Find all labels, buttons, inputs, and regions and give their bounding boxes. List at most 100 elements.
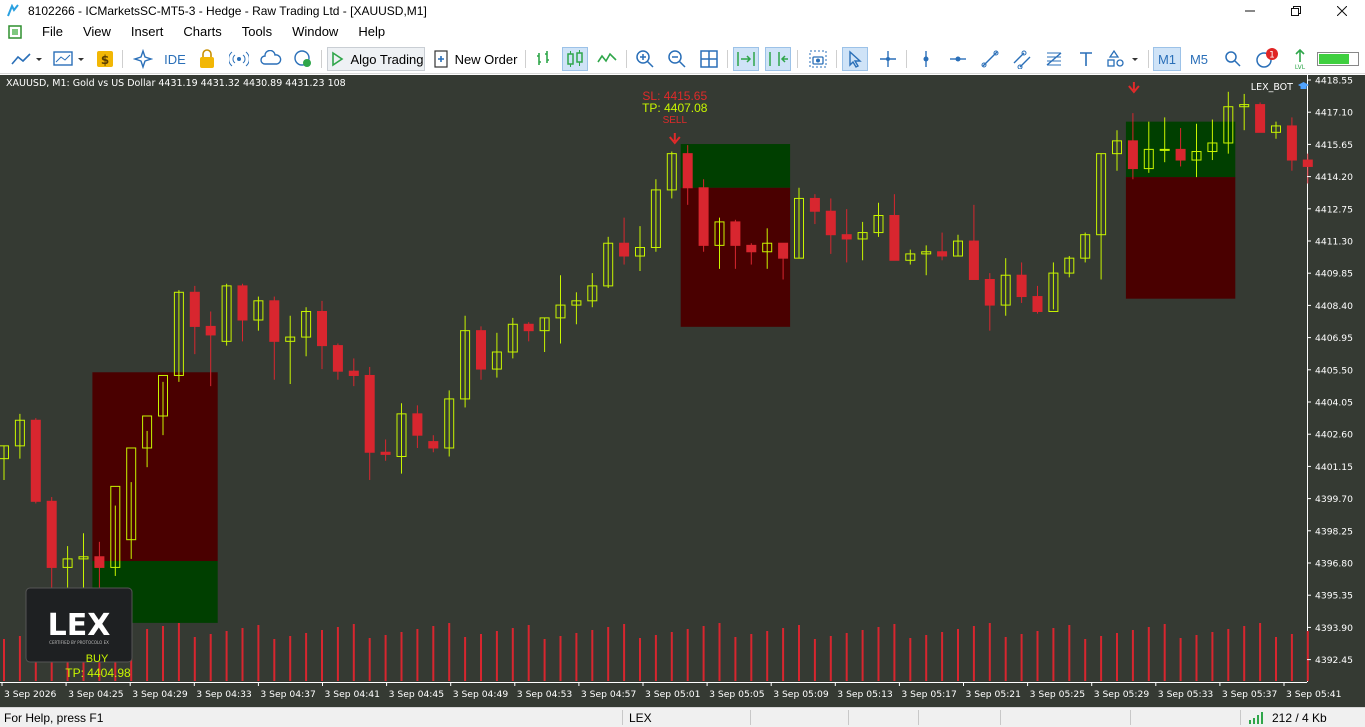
- restore-icon: [1291, 6, 1301, 16]
- price-tick-label: 4414.20: [1315, 172, 1353, 183]
- symbol-info: XAUUSD, M1: Gold vs US Dollar 4431.19 44…: [6, 78, 346, 89]
- bear-candle: [476, 330, 486, 370]
- time-tick-label: 3 Sep 2026: [4, 689, 57, 700]
- line-chart-icon: [597, 52, 617, 63]
- shapes-dropdown-icon: [1107, 49, 1138, 67]
- screenshot-button[interactable]: [806, 47, 830, 71]
- market-button[interactable]: $: [94, 47, 116, 71]
- time-tick-label: 3 Sep 05:33: [1158, 689, 1214, 700]
- chart-type-button[interactable]: [8, 47, 46, 71]
- text-button[interactable]: [1074, 47, 1098, 71]
- help-hint: For Help, press F1: [4, 711, 104, 725]
- channel-button[interactable]: [1010, 47, 1034, 71]
- search-button[interactable]: [1221, 47, 1245, 71]
- time-tick-label: 3 Sep 04:29: [132, 689, 188, 700]
- sell-takeprofit-text: TP: 4407.08: [642, 101, 708, 115]
- signals-button[interactable]: [227, 47, 251, 71]
- cursor-icon: [849, 50, 862, 68]
- price-tick-label: 4409.85: [1315, 269, 1353, 280]
- metaeditor-wizard-button[interactable]: [131, 47, 155, 71]
- crosshair-button[interactable]: [876, 47, 900, 71]
- signal-strength-button[interactable]: LVL: [1289, 47, 1311, 71]
- bear-candle: [189, 291, 200, 327]
- last-zone-lower: [1125, 177, 1236, 299]
- bar-chart-button[interactable]: [532, 47, 556, 71]
- close-button[interactable]: [1319, 0, 1365, 22]
- bear-candle: [968, 240, 979, 280]
- chart-shift-button[interactable]: [765, 47, 791, 71]
- menu-window[interactable]: Window: [282, 22, 348, 42]
- price-tick-label: 4401.15: [1315, 462, 1353, 473]
- community-button[interactable]: [291, 47, 315, 71]
- broadcast-icon: [229, 51, 249, 67]
- menu-charts[interactable]: Charts: [173, 22, 231, 42]
- bear-candle: [1175, 148, 1186, 161]
- minimize-button[interactable]: [1227, 0, 1273, 22]
- new-order-button[interactable]: New Order: [431, 47, 519, 71]
- ohlc-bars-icon: [537, 51, 549, 65]
- time-tick-label: 3 Sep 05:21: [966, 689, 1021, 700]
- bear-candle: [1302, 159, 1313, 167]
- expert-advisor-label[interactable]: LEX_BOT: [1251, 81, 1309, 93]
- svg-text:LVL: LVL: [1295, 64, 1306, 70]
- horizontal-line-button[interactable]: [946, 47, 970, 71]
- timeframe-m1-button[interactable]: M1: [1153, 47, 1181, 71]
- timeframe-m5-button[interactable]: M5: [1185, 47, 1213, 71]
- bear-candle: [746, 244, 757, 253]
- menu-file[interactable]: File: [32, 22, 73, 42]
- bear-candle: [825, 210, 836, 236]
- candlestick-icon: [567, 50, 583, 67]
- bear-candle: [1032, 296, 1043, 312]
- trendline-button[interactable]: [978, 47, 1002, 71]
- new-order-label: New Order: [454, 51, 518, 67]
- ide-label: IDE: [164, 51, 186, 67]
- globe-chat-icon: [294, 50, 311, 67]
- connection-icon: LVL: [1295, 48, 1306, 70]
- menu-help[interactable]: Help: [348, 22, 395, 42]
- price-tick-label: 4405.50: [1315, 365, 1353, 376]
- zoom-out-button[interactable]: [665, 47, 689, 71]
- play-icon: [331, 51, 343, 67]
- tile-windows-button[interactable]: [697, 47, 721, 71]
- bear-candle: [984, 278, 995, 306]
- ide-button[interactable]: IDE: [161, 47, 189, 71]
- algo-trading-button[interactable]: Algo Trading: [327, 47, 425, 71]
- chart-window[interactable]: 4418.55 4417.10 4415.65 4414.20 4412.75 4411.…: [0, 75, 1365, 707]
- zoom-out-icon: [668, 50, 686, 68]
- bear-candle: [332, 345, 343, 372]
- fibonacci-button[interactable]: [1042, 47, 1066, 71]
- chart-template-icon: [53, 51, 84, 66]
- bear-candle: [698, 187, 709, 246]
- notifications-button[interactable]: 1: [1253, 47, 1281, 71]
- cursor-button[interactable]: [842, 47, 868, 71]
- candlestick-button[interactable]: [562, 47, 588, 71]
- graduation-cap-icon: [1298, 82, 1309, 89]
- profile-name[interactable]: LEX: [629, 711, 652, 725]
- shapes-button[interactable]: [1104, 47, 1142, 71]
- traffic-counter: 212 / 4 Kb: [1272, 711, 1327, 725]
- price-tick-label: 4395.35: [1315, 591, 1353, 602]
- bear-candle: [46, 500, 57, 568]
- menu-view[interactable]: View: [73, 22, 121, 42]
- auto-scroll-button[interactable]: [733, 47, 759, 71]
- document-icon[interactable]: [8, 25, 22, 39]
- time-tick-label: 3 Sep 04:41: [325, 689, 380, 700]
- search-icon: [1225, 51, 1241, 67]
- price-chart[interactable]: 4418.55 4417.10 4415.65 4414.20 4412.75 4411.…: [0, 75, 1365, 707]
- menu-insert[interactable]: Insert: [121, 22, 174, 42]
- line-chart-button[interactable]: [594, 47, 620, 71]
- maximize-button[interactable]: [1273, 0, 1319, 22]
- vertical-line-button[interactable]: [914, 47, 938, 71]
- time-tick-label: 3 Sep 05:09: [773, 689, 829, 700]
- sell-zone-upper: [680, 144, 791, 188]
- menu-tools[interactable]: Tools: [232, 22, 282, 42]
- vertical-line-icon: [923, 51, 929, 67]
- text-icon: [1080, 52, 1092, 66]
- zoom-in-button[interactable]: [633, 47, 657, 71]
- templates-button[interactable]: [50, 47, 88, 71]
- camera-icon: [809, 50, 827, 68]
- time-tick-label: 3 Sep 04:49: [453, 689, 509, 700]
- vps-button[interactable]: [259, 47, 283, 71]
- vps-lock-button[interactable]: [195, 47, 219, 71]
- bear-candle: [237, 285, 248, 321]
